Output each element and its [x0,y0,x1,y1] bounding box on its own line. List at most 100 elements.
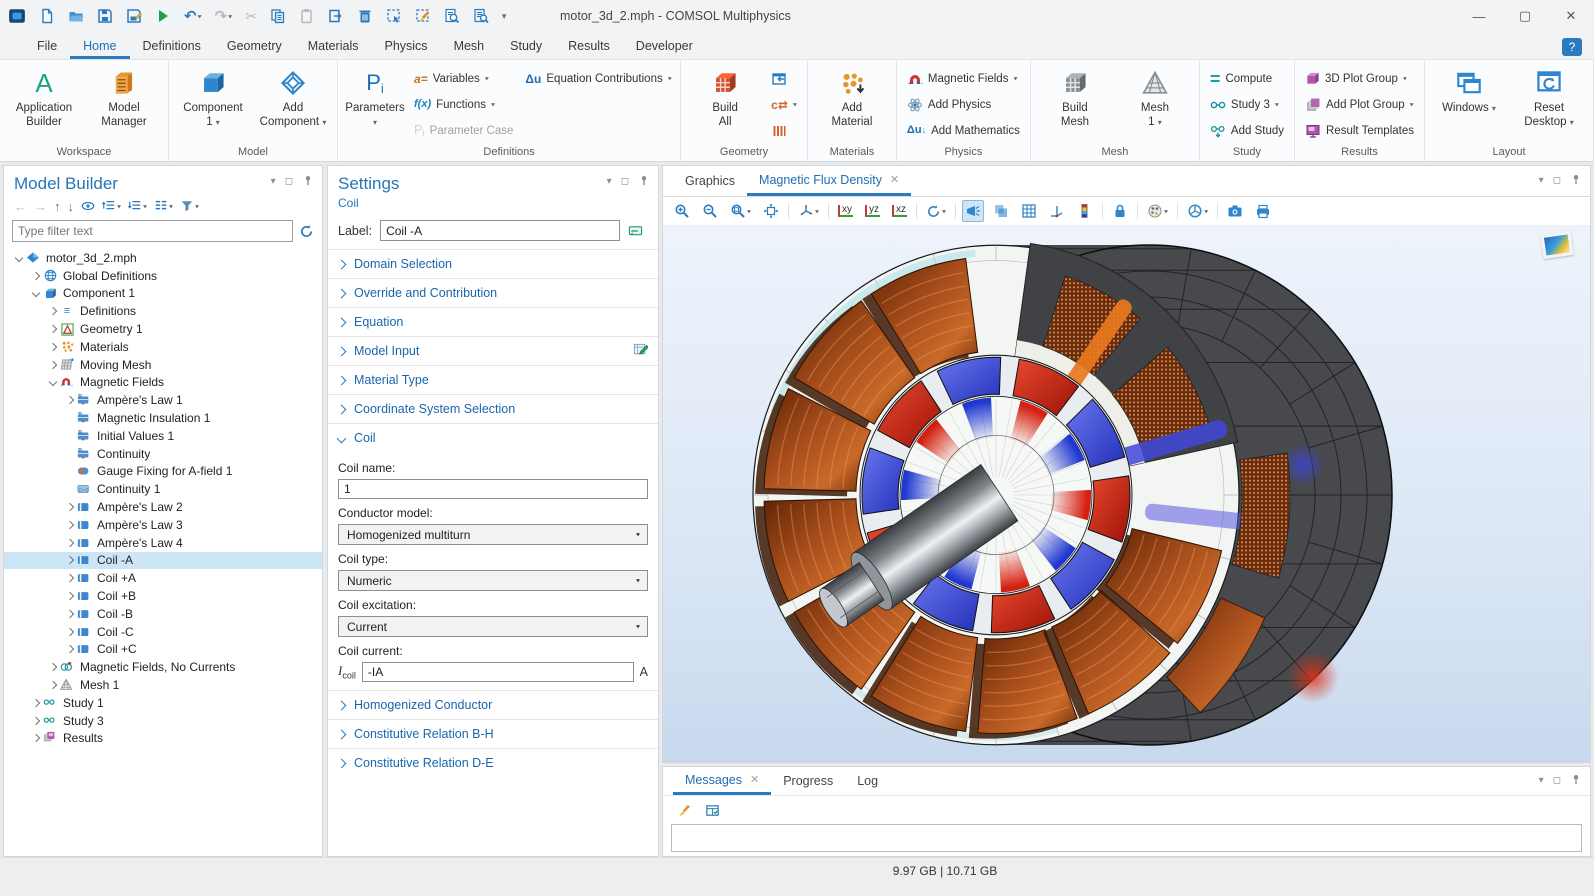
pin-icon[interactable] [638,174,650,189]
pin-icon[interactable] [1570,773,1582,788]
add-mathematics-button[interactable]: Δu↓Add Mathematics [903,118,1024,143]
nav-back-button[interactable]: ← [14,200,27,213]
add-plot-group-button[interactable]: Add Plot Group▾ [1301,92,1418,117]
view-yz-button[interactable]: yz [862,202,883,220]
plot-grid-button[interactable] [1018,200,1040,222]
find-replace-button[interactable] [473,8,489,24]
section-coil[interactable]: Coil [328,423,658,452]
tree-expander-icon[interactable] [63,504,76,510]
rotate-button[interactable]: ▾ [923,201,949,222]
tree-expander-icon[interactable] [46,664,59,670]
appearance-button[interactable]: ▾ [1144,200,1171,222]
menu-tab-developer[interactable]: Developer [623,32,706,59]
tree-item-definitions[interactable]: ≡Definitions [4,302,322,320]
tree-expander-icon[interactable] [46,379,59,385]
expand-button[interactable]: ▾ [128,199,147,213]
tree-expander-icon[interactable] [46,344,59,350]
section-constitutive-relation-b-h[interactable]: Constitutive Relation B-H [328,719,658,748]
result-templates-button[interactable]: Result Templates [1301,118,1418,143]
tree-item-initial-values-1[interactable]: DInitial Values 1 [4,427,322,445]
filter-button[interactable]: ▾ [180,199,199,213]
section-constitutive-relation-d-e[interactable]: Constitutive Relation D-E [328,748,658,777]
tree-item-materials[interactable]: Materials [4,338,322,356]
nav-forward-button[interactable]: → [34,200,47,213]
tree-expander-icon[interactable] [46,682,59,688]
tree-item-global-definitions[interactable]: Global Definitions [4,267,322,285]
tree-item-magnetic-fields[interactable]: +−Magnetic Fields [4,374,322,392]
tab-log[interactable]: Log [845,767,890,795]
float-icon[interactable]: ◻ [621,176,629,187]
tree-item-continuity-1[interactable]: ▷◁Continuity 1 [4,480,322,498]
add-material-button[interactable]: AddMaterial [814,64,890,130]
transparency-button[interactable] [990,200,1012,222]
tree-expander-icon[interactable] [63,397,76,403]
view-xz-button[interactable]: xz [889,202,910,220]
pin-icon[interactable] [1570,173,1582,188]
motor-3d-view[interactable] [663,225,1590,762]
collapse-button[interactable]: ▾ [102,199,121,213]
new-file-button[interactable] [39,8,55,24]
tree-item-moving-mesh[interactable]: Moving Mesh [4,356,322,374]
tree-expander-icon[interactable] [63,611,76,617]
tree-expander-icon[interactable] [63,522,76,528]
environment-button[interactable]: ▾ [1184,200,1211,222]
color-legend-button[interactable] [1074,200,1096,222]
tree-expander-icon[interactable] [29,735,42,741]
section-material-type[interactable]: Material Type [328,365,658,394]
build-all-button[interactable]: BuildAll [687,64,763,130]
section-coordinate-system-selection[interactable]: Coordinate System Selection [328,394,658,423]
tab-messages[interactable]: Messages✕ [673,767,771,795]
tree-expander-icon[interactable] [63,593,76,599]
qat-overflow-button[interactable]: ▾ [502,12,507,21]
tree-item-coil-c[interactable]: Coil -C [4,623,322,641]
study-3-button[interactable]: Study 3▾ [1206,92,1288,117]
menu-tab-materials[interactable]: Materials [295,32,372,59]
menu-tab-physics[interactable]: Physics [371,32,440,59]
geom-import-button[interactable] [767,66,801,91]
save-as-button[interactable] [126,8,142,24]
panel-menu-icon[interactable]: ▾ [607,176,612,187]
clear-selection-button[interactable] [415,8,431,24]
create-selection-button[interactable] [628,223,643,238]
section-model-input[interactable]: Model Input [328,336,658,365]
tree-expander-icon[interactable] [63,575,76,581]
reset-desktop-button[interactable]: ResetDesktop ▾ [1511,64,1587,130]
windows-button[interactable]: Windows ▾ [1431,64,1507,115]
tree-expander-icon[interactable] [46,308,59,314]
box-select-button[interactable] [386,8,402,24]
undo-button[interactable]: ↶▾ [184,9,202,24]
menu-tab-geometry[interactable]: Geometry [214,32,295,59]
tree-item-coil-c[interactable]: Coil +C [4,641,322,659]
refresh-icon[interactable] [299,224,314,239]
tree-item-component-1[interactable]: Component 1 [4,285,322,303]
cut-button[interactable]: ✂ [245,9,257,23]
functions-button[interactable]: f(x)Functions▾ [410,92,517,117]
section-homogenized-conductor[interactable]: Homogenized Conductor [328,690,658,719]
tree-item-coil-b[interactable]: Coil -B [4,605,322,623]
tree-item-gauge-fixing-for-a-field-1[interactable]: Gauge Fixing for A-field 1 [4,463,322,481]
coil-type-select[interactable]: Numeric▾ [338,570,648,591]
tree-item-amp-re-s-law-3[interactable]: Ampère's Law 3 [4,516,322,534]
move-down-button[interactable]: ↓ [68,200,75,213]
close-tab-icon[interactable]: ✕ [890,173,899,186]
move-up-button[interactable]: ↑ [54,200,61,213]
tree-item-geometry-1[interactable]: Geometry 1 [4,320,322,338]
add-physics-button[interactable]: Add Physics [903,92,1024,117]
lock-button[interactable] [1109,200,1131,222]
paste-button[interactable] [299,8,315,24]
add-component-button[interactable]: AddComponent ▾ [255,64,331,130]
geom-virtual-button[interactable]: c⇄▾ [767,92,801,117]
tree-item-results[interactable]: Results [4,730,322,748]
tree-item-coil-b[interactable]: Coil +B [4,587,322,605]
tree-expander-icon[interactable] [29,700,42,706]
zoom-extents-button[interactable] [760,200,782,222]
section-equation[interactable]: Equation [328,307,658,336]
snapshot-button[interactable] [1224,200,1246,222]
tree-item-amp-re-s-law-4[interactable]: Ampère's Law 4 [4,534,322,552]
float-icon[interactable]: ◻ [285,176,293,187]
menu-tab-mesh[interactable]: Mesh [441,32,498,59]
variables-button[interactable]: a=Variables▾ [410,66,517,91]
open-file-button[interactable] [68,8,84,24]
label-input[interactable] [380,220,620,241]
tree-expander-icon[interactable] [63,646,76,652]
